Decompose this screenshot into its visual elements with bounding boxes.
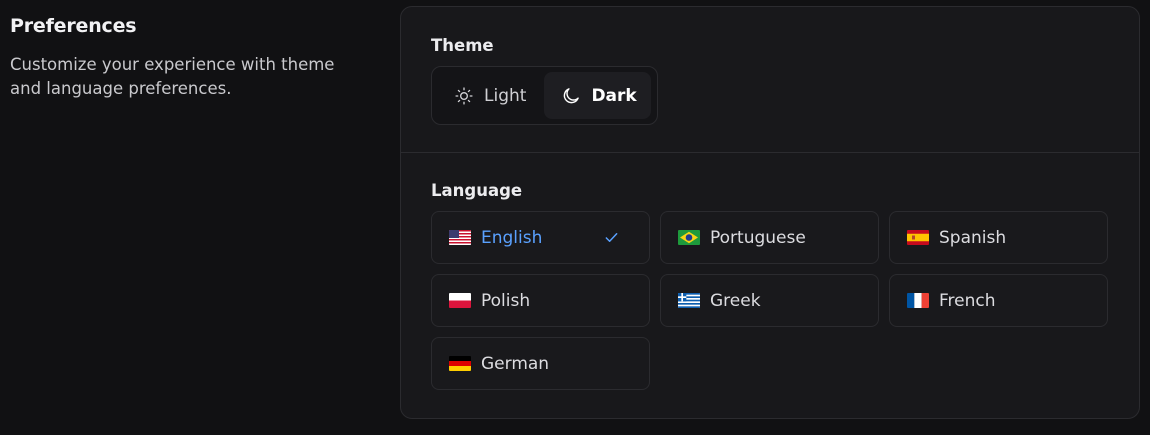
language-label: Language xyxy=(431,181,523,200)
section-divider xyxy=(401,152,1139,153)
language-option-greek-label: Greek xyxy=(710,290,761,311)
language-option-spanish[interactable]: Spanish xyxy=(889,211,1108,264)
greece-flag-icon xyxy=(678,293,700,308)
theme-option-light-label: Light xyxy=(484,85,527,106)
poland-flag-icon xyxy=(449,293,471,308)
sun-icon xyxy=(455,86,473,105)
moon-icon xyxy=(564,87,580,103)
language-option-portuguese[interactable]: Portuguese xyxy=(660,211,879,264)
theme-option-light[interactable]: Light xyxy=(437,72,540,119)
language-option-spanish-label: Spanish xyxy=(939,227,1007,248)
language-option-french-label: French xyxy=(939,290,996,311)
language-option-polish-label: Polish xyxy=(481,290,531,311)
language-grid: English Portuguese Spanish Polish Greek … xyxy=(431,211,1109,390)
language-option-french[interactable]: French xyxy=(889,274,1108,327)
language-section: Language English Portuguese Spanish Poli… xyxy=(431,180,1109,390)
language-option-english-label: English xyxy=(481,227,543,248)
preferences-card: Theme Light Dark Language English Portug… xyxy=(400,6,1140,419)
section-title: Preferences xyxy=(10,15,137,37)
germany-flag-icon xyxy=(449,356,471,371)
language-option-greek[interactable]: Greek xyxy=(660,274,879,327)
language-option-german[interactable]: German xyxy=(431,337,650,390)
spain-flag-icon xyxy=(907,230,929,245)
section-description: Customize your experience with theme and… xyxy=(10,55,335,98)
theme-option-dark-label: Dark xyxy=(591,85,637,106)
check-icon xyxy=(605,233,618,242)
us-flag-icon xyxy=(449,230,471,245)
language-option-portuguese-label: Portuguese xyxy=(710,227,806,248)
language-option-german-label: German xyxy=(481,353,550,374)
theme-section: Theme Light Dark xyxy=(431,35,658,125)
theme-label: Theme xyxy=(431,36,494,55)
language-option-polish[interactable]: Polish xyxy=(431,274,650,327)
preferences-intro: Preferences Customize your experience wi… xyxy=(10,13,350,101)
france-flag-icon xyxy=(907,293,929,308)
language-option-english[interactable]: English xyxy=(431,211,650,264)
preferences-page: Preferences Customize your experience wi… xyxy=(0,0,1150,435)
theme-option-dark[interactable]: Dark xyxy=(544,72,651,119)
brazil-flag-icon xyxy=(678,230,700,245)
theme-toggle: Light Dark xyxy=(431,66,658,125)
